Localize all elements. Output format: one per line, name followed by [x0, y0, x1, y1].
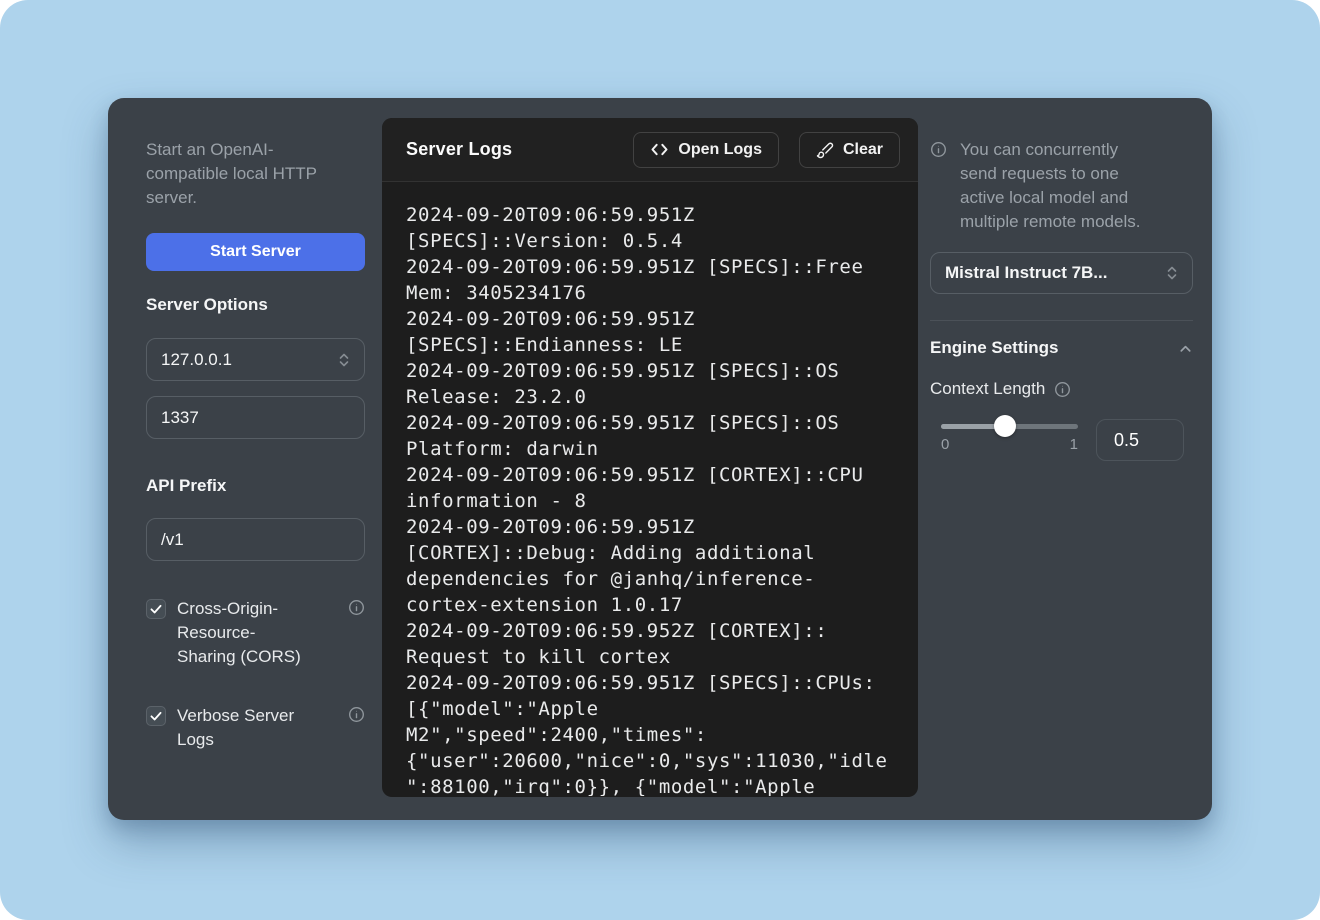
app-canvas: Start an OpenAI- compatible local HTTP s… [0, 0, 1320, 920]
cors-checkbox-label: Cross-Origin- Resource- Sharing (CORS) [177, 597, 337, 669]
slider-range-labels: 0 1 [941, 436, 1078, 453]
server-intro-text: Start an OpenAI- compatible local HTTP s… [146, 138, 376, 210]
chevron-updown-icon [1164, 264, 1180, 282]
engine-settings-toggle[interactable]: Engine Settings [930, 338, 1193, 358]
verbose-checkbox[interactable] [146, 706, 166, 726]
local-api-server-window: Start an OpenAI- compatible local HTTP s… [108, 98, 1212, 820]
api-prefix-input[interactable] [146, 518, 365, 561]
slider-max-label: 1 [1070, 436, 1078, 453]
host-select-value: 127.0.0.1 [161, 350, 232, 370]
concurrency-info: You can concurrently send requests to on… [930, 138, 1193, 234]
host-select[interactable]: 127.0.0.1 [146, 338, 365, 381]
context-length-label: Context Length [930, 379, 1045, 399]
log-output: 2024-09-20T09:06:59.951Z [SPECS]::Versio… [406, 202, 894, 796]
model-settings-panel: You can concurrently send requests to on… [930, 98, 1193, 820]
chevron-updown-icon [336, 351, 352, 369]
start-server-button[interactable]: Start Server [146, 233, 365, 271]
info-icon[interactable] [348, 599, 365, 616]
model-select-value: Mistral Instruct 7B... [945, 263, 1107, 283]
context-length-row: Context Length [930, 379, 1071, 399]
clear-logs-button[interactable]: Clear [799, 132, 900, 168]
check-icon [149, 602, 163, 616]
slider-min-label: 0 [941, 436, 949, 453]
check-icon [149, 709, 163, 723]
info-icon[interactable] [348, 706, 365, 723]
cors-checkbox[interactable] [146, 599, 166, 619]
code-icon [650, 142, 669, 157]
divider [930, 320, 1193, 321]
context-length-slider[interactable] [941, 416, 1078, 436]
server-logs-title: Server Logs [406, 139, 633, 160]
open-logs-label: Open Logs [678, 141, 762, 159]
port-input[interactable] [146, 396, 365, 439]
log-scroll-area[interactable]: 2024-09-20T09:06:59.951Z [SPECS]::Versio… [382, 182, 918, 796]
server-logs-panel: Server Logs Open Logs Clear 2024-09-20T0… [382, 118, 918, 797]
brush-icon [816, 141, 834, 159]
info-icon [930, 141, 947, 158]
info-icon[interactable] [1054, 381, 1071, 398]
verbose-checkbox-label: Verbose Server Logs [177, 704, 337, 752]
model-select[interactable]: Mistral Instruct 7B... [930, 252, 1193, 294]
engine-settings-heading: Engine Settings [930, 338, 1058, 358]
server-settings-panel: Start an OpenAI- compatible local HTTP s… [146, 98, 365, 820]
clear-label: Clear [843, 141, 883, 159]
context-length-value-input[interactable] [1096, 419, 1184, 461]
api-prefix-heading: API Prefix [146, 476, 226, 496]
context-length-thumb[interactable] [994, 415, 1016, 437]
server-options-heading: Server Options [146, 295, 268, 315]
cors-checkbox-row: Cross-Origin- Resource- Sharing (CORS) [146, 597, 365, 669]
verbose-checkbox-row: Verbose Server Logs [146, 704, 365, 752]
server-logs-header: Server Logs Open Logs Clear [382, 118, 918, 182]
chevron-up-icon [1178, 341, 1193, 356]
open-logs-button[interactable]: Open Logs [633, 132, 779, 168]
concurrency-info-text: You can concurrently send requests to on… [960, 138, 1140, 234]
